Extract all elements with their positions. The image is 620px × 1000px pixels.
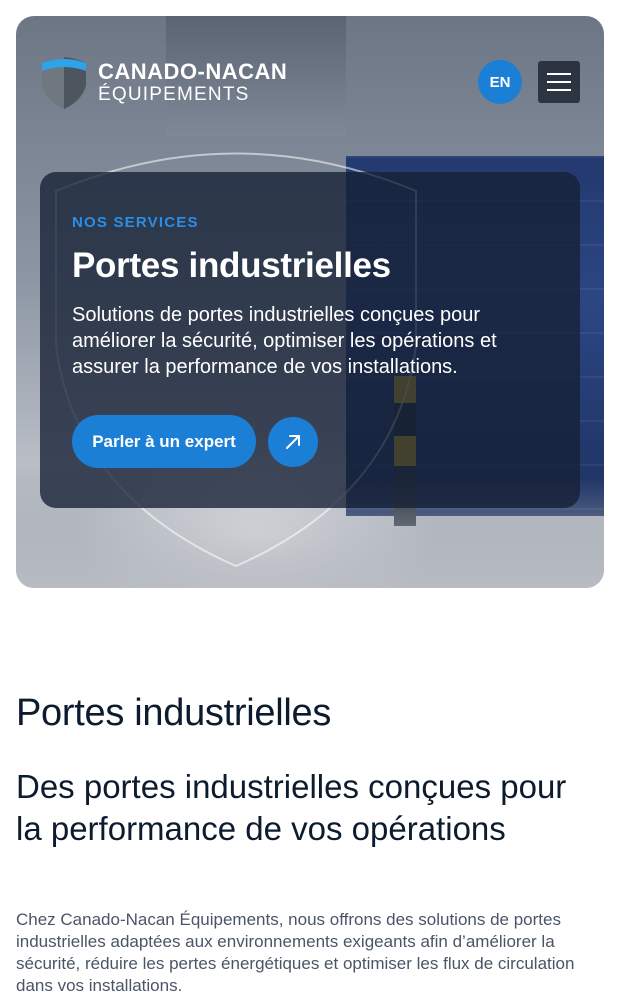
talk-to-expert-button[interactable]: Parler à un expert bbox=[72, 415, 256, 468]
page-title: Portes industrielles bbox=[16, 692, 332, 734]
section-heading: Des portes industrielles conçues pour la… bbox=[16, 768, 567, 847]
site-logo[interactable]: CANADO-NACAN ÉQUIPEMENTS bbox=[40, 55, 287, 109]
menu-bar bbox=[547, 73, 571, 75]
logo-shield-icon bbox=[42, 57, 86, 109]
arrow-link-button[interactable] bbox=[268, 417, 318, 467]
hamburger-menu-icon[interactable] bbox=[538, 61, 580, 103]
hero-description: Solutions de portes industrielles conçue… bbox=[72, 304, 497, 378]
hero-title: Portes industrielles bbox=[72, 246, 391, 285]
language-toggle-button[interactable]: EN bbox=[478, 60, 522, 104]
menu-bar bbox=[547, 81, 571, 83]
hero-eyebrow: NOS SERVICES bbox=[72, 214, 199, 231]
menu-bar bbox=[547, 89, 571, 91]
intro-paragraph: Chez Canado-Nacan Équipements, nous offr… bbox=[16, 910, 575, 995]
hero-card: NOS SERVICES Portes industrielles Soluti… bbox=[40, 172, 580, 508]
arrow-up-right-icon bbox=[286, 435, 300, 449]
logo-line-2: ÉQUIPEMENTS bbox=[98, 83, 250, 105]
logo-line-1: CANADO-NACAN bbox=[98, 58, 288, 84]
logo-wordmark: CANADO-NACAN ÉQUIPEMENTS bbox=[98, 58, 288, 105]
